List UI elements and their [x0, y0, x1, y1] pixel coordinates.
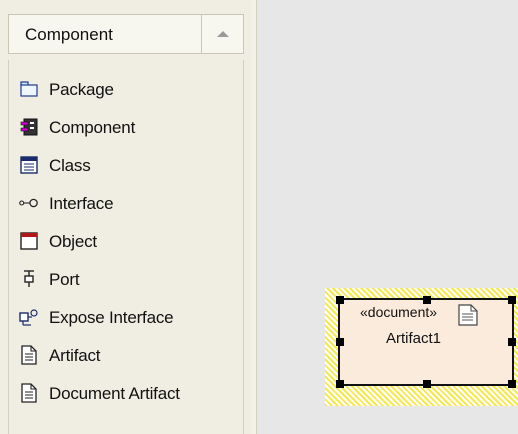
package-icon — [19, 80, 39, 98]
toolbox-item-interface[interactable]: Interface — [9, 188, 243, 218]
toolbox-header[interactable]: Component — [8, 14, 244, 54]
resize-handle-right[interactable] — [508, 338, 516, 346]
toolbox-item-label: Component — [49, 118, 136, 137]
toolbox-item-component[interactable]: Component — [9, 112, 243, 142]
toolbox-item-class[interactable]: Class — [9, 150, 243, 180]
toolbox-item-label: Artifact — [49, 346, 101, 365]
resize-handle-bottom-right[interactable] — [508, 380, 516, 388]
toolbox-item-label: Port — [49, 270, 80, 289]
artifact-stereotype: «document» — [360, 304, 438, 320]
toolbox-item-document-artifact[interactable]: Document Artifact — [9, 378, 243, 408]
toolbox-title: Component — [25, 25, 113, 44]
artifact-element[interactable]: «document» Artifact1 — [338, 298, 514, 386]
resize-handle-left[interactable] — [336, 338, 344, 346]
toolbox-item-label: Package — [49, 80, 114, 99]
toolbox-item-artifact[interactable]: Artifact — [9, 340, 243, 370]
toolbox-item-expose-interface[interactable]: Expose Interface — [9, 302, 243, 332]
toolbox-item-port[interactable]: Port — [9, 264, 243, 294]
toolbox-item-label: Object — [49, 232, 97, 251]
class-icon — [19, 156, 39, 174]
toolbox-item-label: Interface — [49, 194, 114, 213]
resize-handle-bottom[interactable] — [423, 380, 431, 388]
object-icon — [19, 232, 39, 250]
toolbox-panel: Component Package Component Class Interf… — [0, 0, 257, 434]
chevron-up-icon — [216, 31, 229, 37]
interface-icon — [19, 194, 39, 212]
toolbox-item-label: Expose Interface — [49, 308, 174, 327]
collapse-button[interactable] — [201, 15, 243, 53]
expose-interface-icon — [19, 308, 39, 326]
port-icon — [19, 270, 39, 288]
toolbox-item-label: Document Artifact — [49, 384, 180, 403]
artifact-name: Artifact1 — [386, 330, 442, 347]
artifact-icon — [19, 345, 39, 365]
resize-handle-top[interactable] — [423, 296, 431, 304]
document-artifact-icon — [19, 383, 39, 403]
document-icon — [458, 304, 478, 331]
toolbox-item-object[interactable]: Object — [9, 226, 243, 256]
component-icon — [19, 118, 39, 136]
resize-handle-bottom-left[interactable] — [336, 380, 344, 388]
toolbox-item-list: Package Component Class Interface Object… — [8, 60, 244, 434]
toolbox-item-package[interactable]: Package — [9, 74, 243, 104]
toolbox-item-label: Class — [49, 156, 91, 175]
resize-handle-top-left[interactable] — [336, 296, 344, 304]
resize-handle-top-right[interactable] — [508, 296, 516, 304]
